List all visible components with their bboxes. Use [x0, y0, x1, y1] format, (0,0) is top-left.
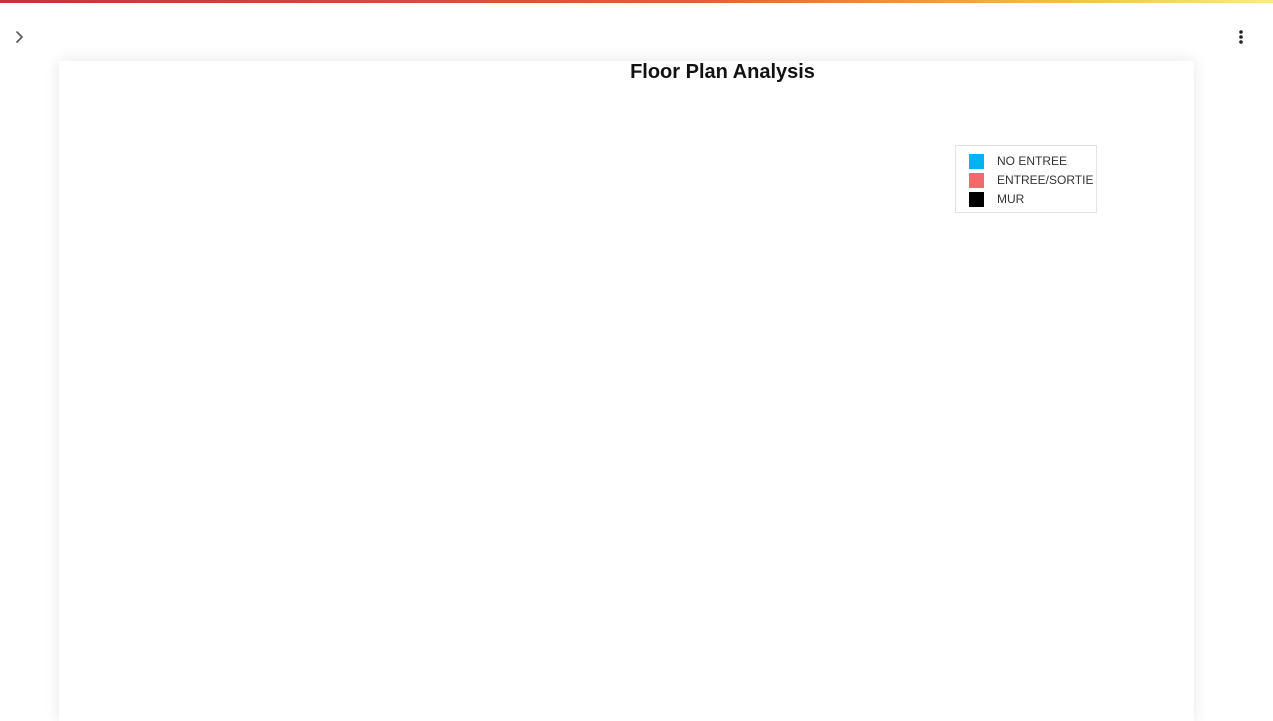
- legend-label: MUR: [997, 192, 1025, 206]
- legend-label: NO ENTREE: [997, 154, 1068, 168]
- chevron-right-icon: [16, 31, 23, 43]
- legend-swatch: [969, 191, 984, 207]
- legend-swatch: [969, 153, 984, 169]
- chart-legend: NO ENTREE ENTREE/SORTIE MUR: [955, 145, 1097, 213]
- legend-item-no-entree[interactable]: NO ENTREE: [969, 153, 1067, 169]
- more-options-button[interactable]: [1229, 25, 1253, 49]
- expand-sidebar-button[interactable]: [8, 25, 32, 49]
- chart-title: Floor Plan Analysis: [630, 61, 815, 83]
- legend-item-mur[interactable]: MUR: [969, 191, 1024, 207]
- legend-label: ENTREE/SORTIE: [997, 173, 1094, 187]
- more-vertical-icon: [1239, 30, 1243, 44]
- legend-item-entree-sortie[interactable]: ENTREE/SORTIE: [969, 172, 1093, 188]
- legend-swatch: [969, 172, 984, 188]
- toolbar: [0, 3, 1273, 61]
